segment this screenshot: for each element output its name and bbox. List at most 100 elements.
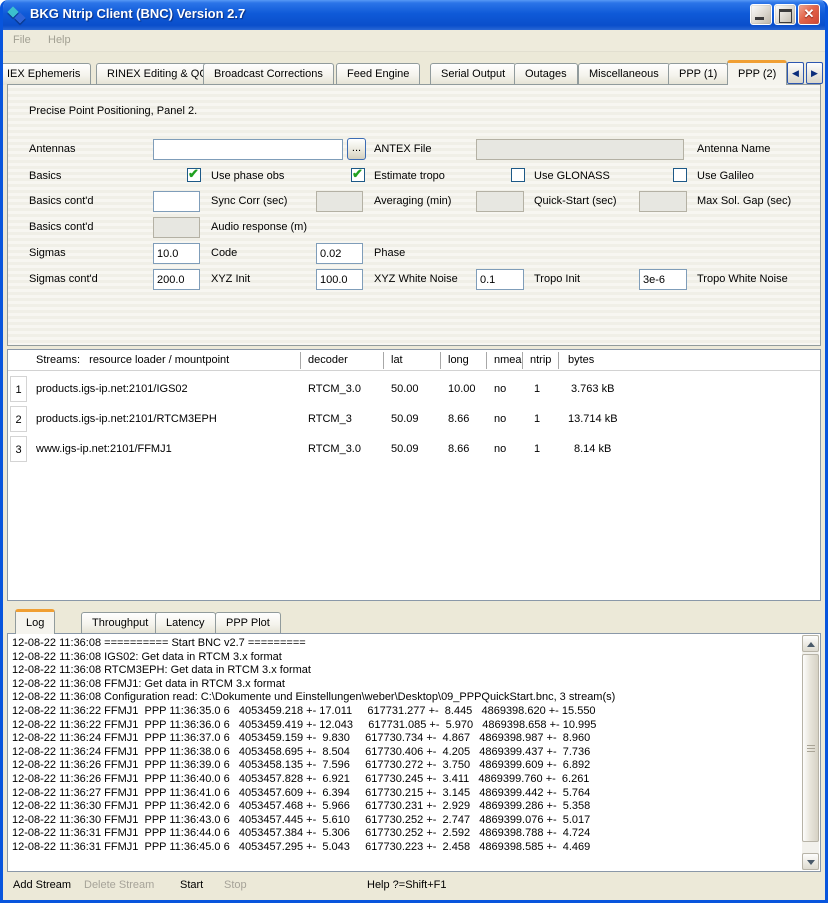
- menu-file[interactable]: File: [13, 34, 31, 46]
- antennas-label: Antennas: [29, 143, 75, 155]
- xyz-white-noise-label: XYZ White Noise: [374, 273, 458, 285]
- arrow-up-icon: [807, 642, 815, 647]
- sigma-code-input[interactable]: [153, 243, 200, 264]
- app-window: BKG Ntrip Client (BNC) Version 2.7 File …: [0, 0, 828, 903]
- col-ntrip: ntrip: [530, 354, 551, 366]
- tab-latency[interactable]: Latency: [155, 612, 216, 634]
- tab-miscellaneous[interactable]: Miscellaneous: [578, 63, 670, 85]
- window-title: BKG Ntrip Client (BNC) Version 2.7: [30, 6, 245, 21]
- ppp2-panel: Precise Point Positioning, Panel 2. Ante…: [7, 84, 821, 346]
- sigma-code-label: Code: [211, 247, 237, 259]
- tab-feed-engine[interactable]: Feed Engine: [336, 63, 420, 85]
- col-bytes: bytes: [568, 354, 594, 366]
- delete-stream-button: Delete Stream: [84, 879, 154, 891]
- tab-log[interactable]: Log: [15, 609, 55, 634]
- tab-ppp-1[interactable]: PPP (1): [668, 63, 728, 85]
- scroll-down-button[interactable]: [802, 853, 819, 870]
- col-lat: lat: [391, 354, 403, 366]
- bytes: 8.14 kB: [574, 443, 611, 455]
- status-bar: Add Stream Delete Stream Start Stop Help…: [3, 873, 825, 900]
- xyz-init-input[interactable]: [153, 269, 200, 290]
- streams-table-header: Streams: resource loader / mountpoint de…: [8, 350, 820, 371]
- tropo-white-noise-input[interactable]: [639, 269, 687, 290]
- tab-rinex-ephemeris[interactable]: IEX Ephemeris: [3, 63, 91, 85]
- tab-rinex-editing-qc[interactable]: RINEX Editing & QC: [96, 63, 218, 85]
- lat: 50.09: [391, 413, 419, 425]
- stream-row-2[interactable]: 2 products.igs-ip.net:2101/RTCM3EPH RTCM…: [8, 404, 820, 434]
- tropo-init-input[interactable]: [476, 269, 524, 290]
- menu-bar: File Help: [3, 30, 825, 52]
- tropo-init-label: Tropo Init: [534, 273, 580, 285]
- scrollbar-thumb[interactable]: [802, 654, 819, 842]
- col-long: long: [448, 354, 469, 366]
- use-galileo-checkbox[interactable]: [673, 168, 687, 182]
- tab-ppp-plot[interactable]: PPP Plot: [215, 612, 281, 634]
- maximize-button[interactable]: [774, 4, 796, 25]
- tab-ppp-2[interactable]: PPP (2): [727, 60, 787, 85]
- antennas-input[interactable]: [153, 139, 343, 160]
- tropo-white-noise-label: Tropo White Noise: [697, 273, 788, 285]
- sync-corr-input[interactable]: [153, 191, 200, 212]
- audio-response-input: [153, 217, 200, 238]
- start-button[interactable]: Start: [180, 879, 203, 891]
- sigma-phase-input[interactable]: [316, 243, 363, 264]
- sync-corr-label: Sync Corr (sec): [211, 195, 287, 207]
- quick-start-input: [476, 191, 524, 212]
- menu-help[interactable]: Help: [48, 34, 71, 46]
- bottom-tab-bar: Log Throughput Latency PPP Plot: [11, 611, 821, 634]
- use-glonass-label: Use GLONASS: [534, 170, 610, 182]
- long: 10.00: [448, 383, 476, 395]
- estimate-tropo-checkbox[interactable]: [351, 168, 365, 182]
- estimate-tropo-label: Estimate tropo: [374, 170, 445, 182]
- sigmas-contd-label: Sigmas cont'd: [29, 273, 98, 285]
- lat: 50.00: [391, 383, 419, 395]
- nmea: no: [494, 443, 506, 455]
- antex-file-label: ANTEX File: [374, 143, 431, 155]
- tab-scroll-right-button[interactable]: ▶: [806, 62, 823, 84]
- col-nmea: nmea: [494, 354, 522, 366]
- log-panel: 12-08-22 11:36:08 ========== Start BNC v…: [7, 633, 821, 872]
- add-stream-button[interactable]: Add Stream: [13, 879, 71, 891]
- chevron-right-icon: ▶: [811, 68, 818, 78]
- col-streams: Streams: resource loader / mountpoint: [36, 354, 229, 366]
- long: 8.66: [448, 413, 469, 425]
- row-number: 2: [10, 406, 27, 432]
- max-sol-gap-input: [639, 191, 687, 212]
- stream-row-1[interactable]: 1 products.igs-ip.net:2101/IGS02 RTCM_3.…: [8, 374, 820, 404]
- quick-start-label: Quick-Start (sec): [534, 195, 617, 207]
- log-text: 12-08-22 11:36:08 ========== Start BNC v…: [12, 637, 798, 869]
- averaging-label: Averaging (min): [374, 195, 451, 207]
- use-phase-obs-checkbox[interactable]: [187, 168, 201, 182]
- help-hint: Help ?=Shift+F1: [367, 879, 447, 891]
- tab-throughput[interactable]: Throughput: [81, 612, 159, 634]
- nmea: no: [494, 383, 506, 395]
- minimize-button[interactable]: [750, 4, 772, 25]
- browse-antex-button[interactable]: ...: [347, 138, 366, 160]
- main-tab-bar: IEX Ephemeris RINEX Editing & QC Broadca…: [3, 60, 825, 85]
- sigmas-label: Sigmas: [29, 247, 66, 259]
- close-button[interactable]: [798, 4, 820, 25]
- mountpoint: products.igs-ip.net:2101/IGS02: [36, 383, 188, 395]
- ntrip: 1: [534, 443, 540, 455]
- mountpoint: products.igs-ip.net:2101/RTCM3EPH: [36, 413, 217, 425]
- long: 8.66: [448, 443, 469, 455]
- basics-contd-label: Basics cont'd: [29, 195, 93, 207]
- stream-row-3[interactable]: 3 www.igs-ip.net:2101/FFMJ1 RTCM_3.0 50.…: [8, 434, 820, 464]
- sigma-phase-label: Phase: [374, 247, 405, 259]
- tab-broadcast-corrections[interactable]: Broadcast Corrections: [203, 63, 334, 85]
- stop-button: Stop: [224, 879, 247, 891]
- tab-outages[interactable]: Outages: [514, 63, 578, 85]
- decoder: RTCM_3.0: [308, 383, 361, 395]
- tab-serial-output[interactable]: Serial Output: [430, 63, 516, 85]
- col-decoder: decoder: [308, 354, 348, 366]
- max-sol-gap-label: Max Sol. Gap (sec): [697, 195, 791, 207]
- antex-file-input: [476, 139, 684, 160]
- use-glonass-checkbox[interactable]: [511, 168, 525, 182]
- bytes: 13.714 kB: [568, 413, 618, 425]
- scroll-up-button[interactable]: [802, 635, 819, 652]
- ntrip: 1: [534, 383, 540, 395]
- tab-scroll-left-button[interactable]: ◀: [787, 62, 804, 84]
- log-scrollbar[interactable]: [802, 635, 819, 870]
- chevron-left-icon: ◀: [792, 68, 799, 78]
- xyz-white-noise-input[interactable]: [316, 269, 363, 290]
